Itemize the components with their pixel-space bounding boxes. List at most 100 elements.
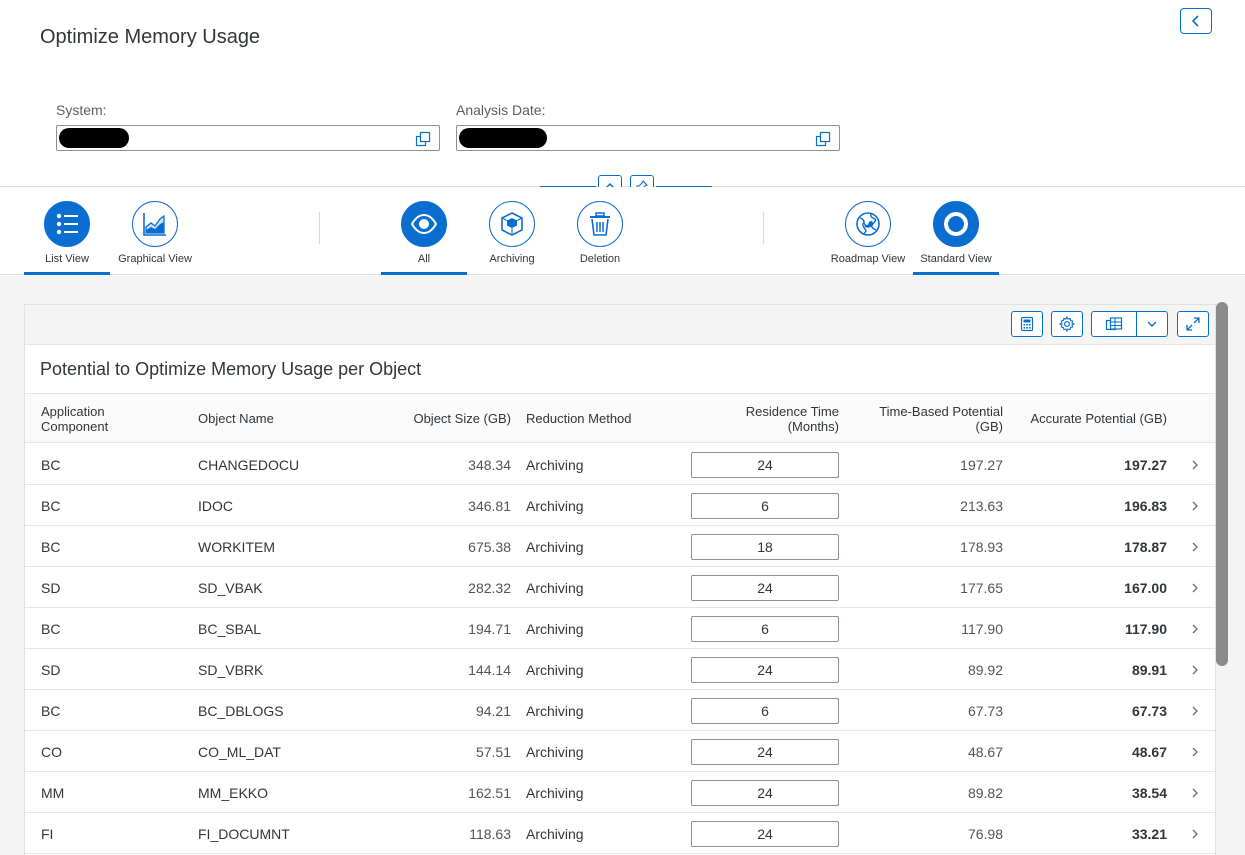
value-help-icon[interactable] <box>415 131 431 147</box>
cell-object-name: BC_SBAL <box>198 621 262 637</box>
chevron-right-icon[interactable] <box>1188 663 1202 677</box>
residence-time-input[interactable] <box>691 739 839 765</box>
residence-time-input[interactable] <box>691 616 839 642</box>
cell-object-size: 282.32 <box>468 580 511 596</box>
cell-time-based-potential: 67.73 <box>967 703 1003 719</box>
tab-standard-view[interactable]: Standard View <box>913 201 999 275</box>
chevron-right-icon[interactable] <box>1188 786 1202 800</box>
content-area: Potential to Optimize Memory Usage per O… <box>0 276 1245 855</box>
tab-all[interactable]: All <box>381 201 467 275</box>
cell-time-based-potential: 117.90 <box>961 621 1003 637</box>
analysis-date-input[interactable] <box>456 125 840 151</box>
system-input[interactable] <box>56 125 440 151</box>
chevron-down-icon <box>1147 321 1157 327</box>
chevron-right-icon[interactable] <box>1188 704 1202 718</box>
residence-time-input[interactable] <box>691 698 839 724</box>
column-header-time-based-potential[interactable]: Time-Based Potential (GB) <box>855 404 1003 434</box>
cell-accurate-potential: 167.00 <box>1124 580 1167 596</box>
residence-time-input[interactable] <box>691 575 839 601</box>
table-row[interactable]: BC BC_SBAL 194.71 Archiving 117.90 117.9… <box>25 608 1215 649</box>
icon-tab-bar: List View Graphical View All Archiving D… <box>0 187 1245 275</box>
table-row[interactable]: MM MM_EKKO 162.51 Archiving 89.82 38.54 <box>25 772 1215 813</box>
column-header-reduction-method[interactable]: Reduction Method <box>526 411 632 426</box>
column-header-residence-time[interactable]: Residence Time (Months) <box>705 404 839 434</box>
cell-object-size: 118.63 <box>469 826 511 842</box>
cell-application-component: BC <box>41 703 61 719</box>
tab-deletion[interactable]: Deletion <box>557 201 643 275</box>
table-row[interactable]: BC CHANGEDOCU 348.34 Archiving 197.27 19… <box>25 444 1215 485</box>
cell-application-component: CO <box>41 744 62 760</box>
cell-object-size: 194.71 <box>468 621 511 637</box>
chevron-right-icon[interactable] <box>1188 827 1202 841</box>
cell-accurate-potential: 196.83 <box>1124 498 1167 514</box>
column-header-object-name[interactable]: Object Name <box>198 411 274 426</box>
cell-object-size: 144.14 <box>468 662 511 678</box>
fullscreen-button[interactable] <box>1177 311 1209 337</box>
settings-button[interactable] <box>1051 311 1083 337</box>
object-page-header: Optimize Memory Usage System: Analysis D… <box>0 0 1245 186</box>
chevron-right-icon[interactable] <box>1188 745 1202 759</box>
cell-time-based-potential: 177.65 <box>960 580 1003 596</box>
calculator-button[interactable] <box>1011 311 1043 337</box>
tab-label: List View <box>45 253 89 265</box>
cell-time-based-potential: 48.67 <box>967 744 1003 760</box>
chevron-right-icon[interactable] <box>1188 499 1202 513</box>
cell-object-name: CHANGEDOCU <box>198 457 300 473</box>
cell-reduction-method: Archiving <box>526 703 584 719</box>
cell-object-name: CO_ML_DAT <box>198 744 281 760</box>
trash-icon <box>590 212 610 236</box>
cube-icon <box>501 212 523 236</box>
cell-accurate-potential: 38.54 <box>1131 785 1167 801</box>
residence-time-input[interactable] <box>691 493 839 519</box>
table-row[interactable]: CO CO_ML_DAT 57.51 Archiving 48.67 48.67 <box>25 731 1215 772</box>
cell-reduction-method: Archiving <box>526 580 584 596</box>
table-row[interactable]: FI FI_DOCUMNT 118.63 Archiving 76.98 33.… <box>25 813 1215 854</box>
cell-object-size: 162.51 <box>468 785 511 801</box>
tab-list-view[interactable]: List View <box>24 201 110 275</box>
cell-time-based-potential: 178.93 <box>960 539 1003 555</box>
tab-label: Graphical View <box>118 253 192 265</box>
cell-reduction-method: Archiving <box>526 498 584 514</box>
export-excel-icon <box>1105 317 1123 331</box>
residence-time-input[interactable] <box>691 534 839 560</box>
export-button[interactable] <box>1091 311 1137 337</box>
table-row[interactable]: SD SD_VBRK 144.14 Archiving 89.92 89.91 <box>25 649 1215 690</box>
table-title: Potential to Optimize Memory Usage per O… <box>40 359 422 379</box>
cell-application-component: SD <box>41 662 61 678</box>
residence-time-input[interactable] <box>691 657 839 683</box>
residence-time-input[interactable] <box>691 821 839 847</box>
gear-icon <box>1059 316 1075 332</box>
export-menu-button[interactable] <box>1136 311 1168 337</box>
column-header-accurate-potential[interactable]: Accurate Potential (GB) <box>1015 411 1167 426</box>
cell-object-name: IDOC <box>198 498 233 514</box>
page-title: Optimize Memory Usage <box>40 26 261 48</box>
value-help-icon[interactable] <box>815 131 831 147</box>
cell-reduction-method: Archiving <box>526 826 584 842</box>
chevron-right-icon[interactable] <box>1188 581 1202 595</box>
tab-archiving[interactable]: Archiving <box>469 201 555 275</box>
cell-object-name: FI_DOCUMNT <box>198 826 290 842</box>
residence-time-input[interactable] <box>691 780 839 806</box>
residence-time-input[interactable] <box>691 452 839 478</box>
cell-accurate-potential: 89.91 <box>1131 662 1167 678</box>
tab-graphical-view[interactable]: Graphical View <box>112 201 198 275</box>
table-row[interactable]: SD SD_VBAK 282.32 Archiving 177.65 167.0… <box>25 567 1215 608</box>
cell-object-size: 675.38 <box>468 539 511 555</box>
back-button[interactable] <box>1180 8 1212 34</box>
tab-roadmap-view[interactable]: Roadmap View <box>825 201 911 275</box>
tab-label: Archiving <box>489 253 535 265</box>
chevron-right-icon[interactable] <box>1188 458 1202 472</box>
table-row[interactable]: BC BC_DBLOGS 94.21 Archiving 67.73 67.73 <box>25 690 1215 731</box>
circle-icon <box>944 212 968 236</box>
cell-reduction-method: Archiving <box>526 621 584 637</box>
cell-accurate-potential: 48.67 <box>1131 744 1167 760</box>
cell-object-name: SD_VBAK <box>198 580 263 596</box>
eye-icon <box>410 213 438 235</box>
table-row[interactable]: BC IDOC 346.81 Archiving 213.63 196.83 <box>25 485 1215 526</box>
column-header-application-component[interactable]: Application Component <box>41 404 108 434</box>
column-header-object-size[interactable]: Object Size (GB) <box>395 411 511 426</box>
chevron-right-icon[interactable] <box>1188 622 1202 636</box>
vertical-scrollbar[interactable] <box>1216 302 1228 666</box>
table-row[interactable]: BC WORKITEM 675.38 Archiving 178.93 178.… <box>25 526 1215 567</box>
chevron-right-icon[interactable] <box>1188 540 1202 554</box>
